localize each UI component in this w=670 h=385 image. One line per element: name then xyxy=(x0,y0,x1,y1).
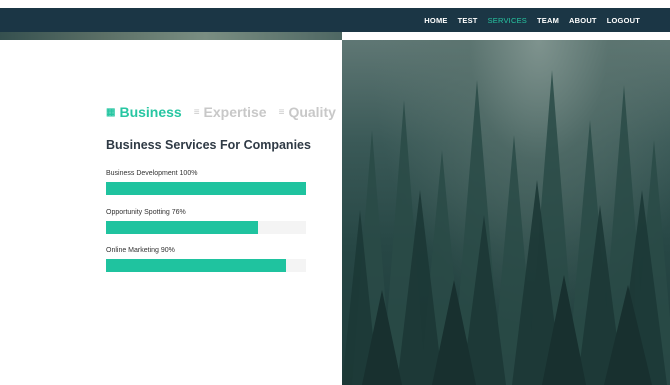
progress-track xyxy=(106,221,306,234)
nav-home[interactable]: HOME xyxy=(424,16,447,25)
nav-team[interactable]: TEAM xyxy=(537,16,559,25)
progress-track xyxy=(106,259,306,272)
grid-icon: ▦ xyxy=(106,106,116,118)
nav-services[interactable]: SERVICES xyxy=(488,16,527,25)
service-tabs: ▦ Business ≡ Expertise ≡ Quality xyxy=(106,104,336,120)
list-icon: ≡ xyxy=(193,106,200,118)
progress-fill xyxy=(106,259,286,272)
progress-fill xyxy=(106,182,306,195)
tab-label: Expertise xyxy=(203,104,267,120)
progress-fill xyxy=(106,221,258,234)
forest-image xyxy=(342,40,670,385)
tab-expertise[interactable]: ≡ Expertise xyxy=(194,104,267,120)
forest-trees-illustration xyxy=(342,70,670,385)
list-icon: ≡ xyxy=(278,106,285,118)
tab-label: Quality xyxy=(288,104,336,120)
progress-track xyxy=(106,182,306,195)
section-title: Business Services For Companies xyxy=(106,138,311,152)
nav-logout[interactable]: LOGOUT xyxy=(607,16,640,25)
nav-about[interactable]: ABOUT xyxy=(569,16,597,25)
skill-label: Business Development 100% xyxy=(106,170,198,177)
main-nav: HOME TEST SERVICES TEAM ABOUT LOGOUT xyxy=(424,8,640,32)
tab-business[interactable]: ▦ Business xyxy=(106,104,182,120)
nav-test[interactable]: TEST xyxy=(458,16,478,25)
hero-image-strip xyxy=(0,32,342,40)
skill-label: Opportunity Spotting 76% xyxy=(106,209,186,216)
tab-quality[interactable]: ≡ Quality xyxy=(279,104,336,120)
skill-label: Online Marketing 90% xyxy=(106,247,175,254)
tab-label: Business xyxy=(119,104,182,120)
top-navbar: HOME TEST SERVICES TEAM ABOUT LOGOUT xyxy=(0,8,670,32)
